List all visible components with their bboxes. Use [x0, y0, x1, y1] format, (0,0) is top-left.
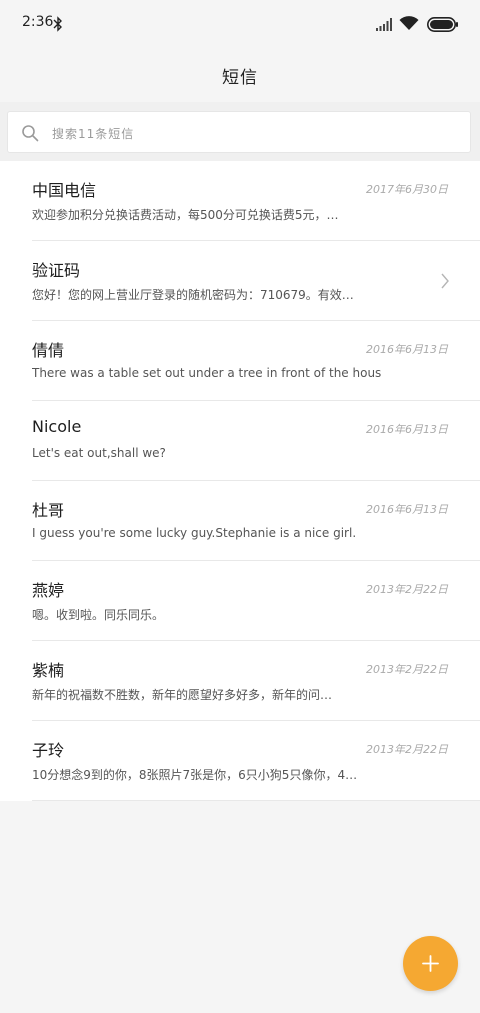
message-item[interactable]: 倩倩 2016年6月13日 There was a table set out …: [0, 321, 480, 401]
message-list: 中国电信 2017年6月30日 欢迎参加积分兑换话费活动，每500分可兑换话费5…: [0, 161, 480, 801]
wifi-icon: [399, 16, 419, 30]
status-bar: 2:36: [0, 0, 480, 46]
chevron-right-icon: [441, 273, 449, 289]
signal-icon: [376, 18, 392, 31]
page-title: 短信: [222, 68, 258, 88]
message-preview: 欢迎参加积分兑换话费活动，每500分可兑换话费5元，…: [32, 208, 339, 222]
message-item[interactable]: 中国电信 2017年6月30日 欢迎参加积分兑换话费活动，每500分可兑换话费5…: [0, 161, 480, 241]
plus-icon: [422, 955, 439, 972]
title-bar: 短信: [0, 46, 480, 102]
message-sender: 燕婷: [32, 581, 65, 600]
message-date: 2016年6月13日: [366, 423, 448, 436]
search-placeholder: 搜索11条短信: [52, 127, 135, 141]
message-preview: 10分想念9到的你，8张照片7张是你，6只小狗5只像你，4…: [32, 768, 358, 782]
message-date: 2013年2月22日: [366, 583, 448, 596]
message-preview: 新年的祝福数不胜数，新年的愿望好多好多，新年的问…: [32, 688, 333, 702]
message-item[interactable]: 紫楠 2013年2月22日 新年的祝福数不胜数，新年的愿望好多好多，新年的问…: [0, 641, 480, 721]
message-date: 2013年2月22日: [366, 663, 448, 676]
message-date: 2016年6月13日: [366, 343, 448, 356]
divider: [32, 800, 480, 801]
message-sender: 中国电信: [32, 181, 97, 200]
message-preview: I guess you're some lucky guy.Stephanie …: [32, 526, 357, 540]
search-icon: [22, 125, 39, 142]
message-preview: 您好！您的网上营业厅登录的随机密码为：710679。有效…: [32, 288, 354, 302]
message-sender: Nicole: [32, 417, 82, 436]
message-sender: 子玲: [32, 741, 65, 760]
message-item[interactable]: Nicole 2016年6月13日 Let's eat out,shall we…: [0, 401, 480, 481]
message-sender: 紫楠: [32, 661, 65, 680]
message-preview: There was a table set out under a tree i…: [32, 366, 382, 380]
new-message-button[interactable]: [403, 936, 458, 991]
message-date: 2013年2月22日: [366, 743, 448, 756]
search-input[interactable]: 搜索11条短信: [7, 111, 471, 153]
status-time: 2:36: [22, 14, 54, 30]
bluetooth-icon: [53, 16, 62, 32]
battery-icon: [427, 17, 458, 32]
message-item[interactable]: 验证码 您好！您的网上营业厅登录的随机密码为：710679。有效…: [0, 241, 480, 321]
message-item[interactable]: 子玲 2013年2月22日 10分想念9到的你，8张照片7张是你，6只小狗5只像…: [0, 721, 480, 801]
message-date: 2016年6月13日: [366, 503, 448, 516]
search-bar: 搜索11条短信: [0, 102, 480, 161]
message-sender: 杜哥: [32, 501, 65, 520]
message-sender: 验证码: [32, 261, 81, 280]
message-preview: Let's eat out,shall we?: [32, 446, 166, 460]
message-sender: 倩倩: [32, 341, 65, 360]
message-item[interactable]: 杜哥 2016年6月13日 I guess you're some lucky …: [0, 481, 480, 561]
message-date: 2017年6月30日: [366, 183, 448, 196]
message-preview: 嗯。收到啦。同乐同乐。: [32, 608, 165, 622]
message-item[interactable]: 燕婷 2013年2月22日 嗯。收到啦。同乐同乐。: [0, 561, 480, 641]
